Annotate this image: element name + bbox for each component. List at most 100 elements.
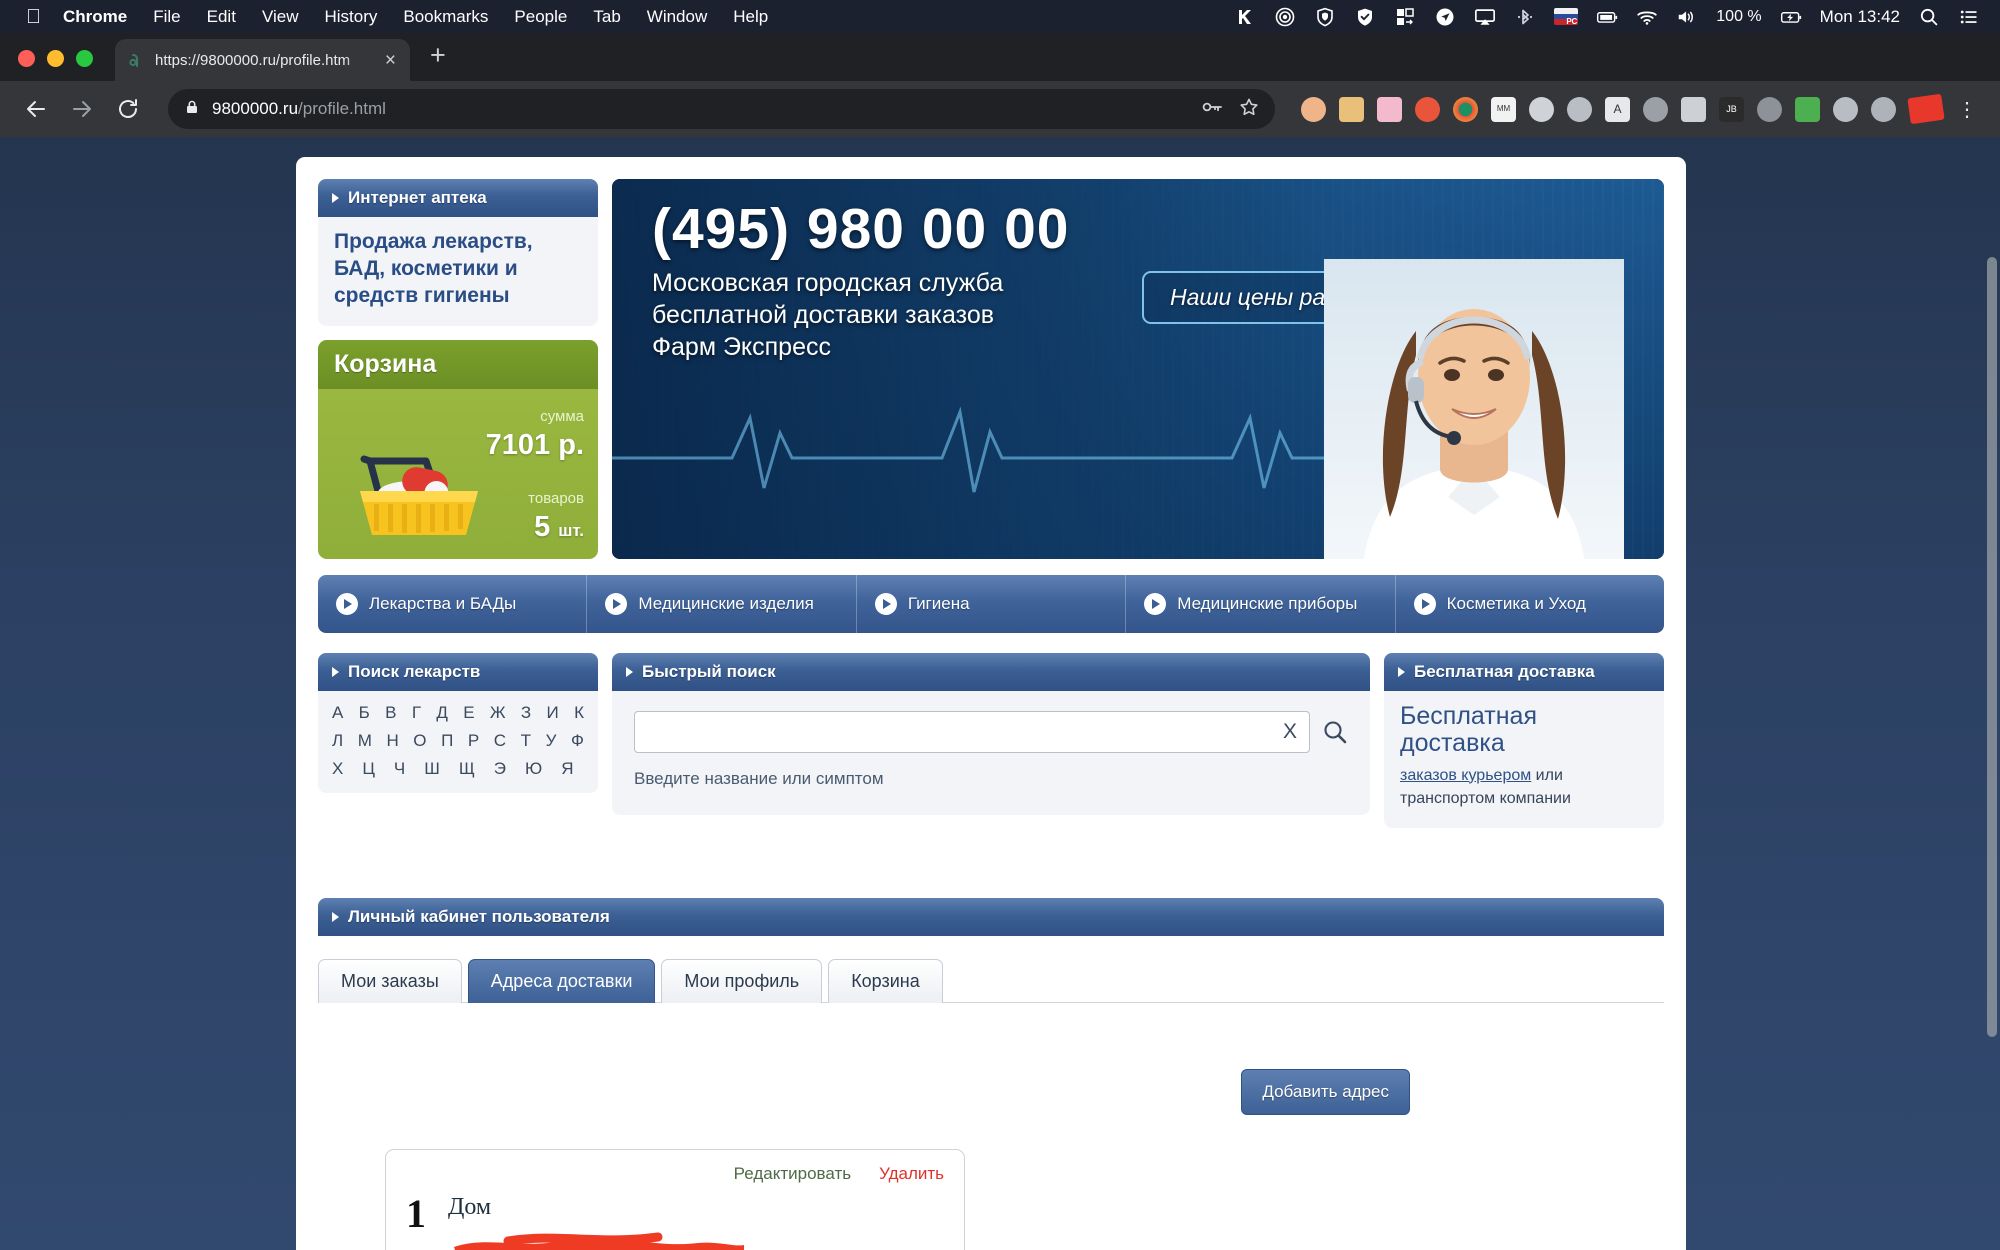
menubar-item-bookmarks[interactable]: Bookmarks (403, 7, 488, 27)
nav-item-drugs[interactable]: Лекарства и БАДы (318, 574, 588, 633)
control-center-icon[interactable] (1958, 6, 1980, 28)
minimize-window-button[interactable] (47, 50, 64, 67)
input-source-flag-icon[interactable]: РС (1554, 8, 1579, 25)
back-arrow-icon[interactable] (16, 89, 56, 129)
close-window-button[interactable] (18, 50, 35, 67)
ext-dark-ring[interactable] (1643, 96, 1668, 122)
search-input-wrapper[interactable]: X (634, 710, 1310, 753)
alpha-letter[interactable]: О (413, 731, 426, 751)
search-input[interactable] (647, 721, 1275, 742)
edit-address-link[interactable]: Редактировать (734, 1164, 851, 1184)
new-tab-button[interactable]: + (430, 42, 446, 81)
ext-gray-ring[interactable] (1529, 96, 1554, 122)
location-arrow-icon[interactable] (1434, 6, 1456, 28)
menubar-item-chrome[interactable]: Chrome (63, 7, 127, 27)
battery-charging-icon[interactable] (1780, 6, 1802, 28)
alpha-letter[interactable]: Р (468, 731, 479, 751)
ext-chrome-ring[interactable] (1453, 96, 1478, 122)
alpha-letter[interactable]: Ц (362, 759, 375, 779)
menubar-item-people[interactable]: People (514, 7, 567, 27)
menubar-item-window[interactable]: Window (647, 7, 707, 27)
nav-item-cosmetics[interactable]: Косметика и Уход (1396, 575, 1664, 633)
password-key-icon[interactable] (1201, 97, 1223, 122)
menubar-item-tab[interactable]: Tab (593, 7, 620, 27)
scrollbar-thumb[interactable] (1987, 257, 1997, 1037)
shield-check-icon[interactable] (1354, 6, 1376, 28)
delete-address-link[interactable]: Удалить (879, 1164, 944, 1184)
ext-pink[interactable] (1377, 96, 1402, 122)
battery-full-icon[interactable] (1596, 6, 1618, 28)
alpha-letter[interactable]: У (546, 731, 557, 751)
tab-my-orders[interactable]: Мои заказы (318, 959, 462, 1003)
alpha-letter[interactable]: А (332, 703, 343, 723)
alpha-letter[interactable]: Э (494, 759, 506, 779)
ext-gear[interactable] (1757, 96, 1782, 122)
k-icon[interactable] (1234, 6, 1256, 28)
alpha-letter[interactable]: С (494, 731, 506, 751)
ext-green-check[interactable] (1795, 96, 1820, 122)
menubar-item-file[interactable]: File (153, 7, 180, 27)
ext-red-scribble[interactable] (1907, 93, 1945, 125)
tab-my-profile[interactable]: Мои профиль (661, 959, 823, 1003)
add-address-button[interactable]: Добавить адрес (1241, 1069, 1410, 1115)
alpha-letter[interactable]: Ю (525, 759, 542, 779)
alpha-letter[interactable]: П (441, 731, 453, 751)
volume-icon[interactable] (1676, 6, 1698, 28)
bookmark-star-icon[interactable] (1239, 97, 1259, 122)
ext-a-letter[interactable]: A (1605, 96, 1630, 122)
nav-item-medical-products[interactable]: Медицинские изделия (587, 574, 857, 633)
alpha-letter[interactable]: И (547, 703, 559, 723)
alpha-letter[interactable]: Б (359, 703, 370, 723)
ext-building[interactable] (1681, 96, 1706, 122)
alpha-letter[interactable]: Ж (490, 703, 506, 723)
bluetooth-icon[interactable] (1514, 6, 1536, 28)
tab-delivery-addresses[interactable]: Адреса доставки (467, 959, 656, 1003)
alpha-letter[interactable]: Ч (394, 759, 405, 779)
ext-mm[interactable]: MM (1491, 96, 1516, 122)
tab-cart[interactable]: Корзина (828, 959, 943, 1003)
courier-orders-link[interactable]: заказов курьером (1400, 767, 1531, 784)
alpha-letter[interactable]: З (521, 703, 531, 723)
ext-jb[interactable]: JB (1719, 96, 1744, 122)
ext-puzzle[interactable] (1833, 96, 1858, 122)
menubar-item-edit[interactable]: Edit (207, 7, 236, 27)
ext-orange-x[interactable] (1415, 96, 1440, 122)
search-icon[interactable] (1918, 6, 1940, 28)
alpha-letter[interactable]: Е (463, 703, 474, 723)
shield-outline-icon[interactable] (1314, 6, 1336, 28)
alpha-letter[interactable]: Д (436, 703, 448, 723)
ext-peach[interactable] (1301, 96, 1326, 122)
ext-reading-list[interactable] (1871, 96, 1896, 122)
chrome-three-dot-menu[interactable]: ⋮ (1949, 97, 1984, 122)
alpha-letter[interactable]: К (574, 703, 584, 723)
target-icon[interactable] (1274, 6, 1296, 28)
menubar-item-view[interactable]: View (262, 7, 299, 27)
apple-menu-icon[interactable]:  (26, 7, 41, 27)
wifi-icon[interactable] (1636, 6, 1658, 28)
promo-banner[interactable]: (495) 980 00 00 Московская городская слу… (612, 179, 1664, 559)
browser-tab[interactable]: https://9800000.ru/profile.htm × (115, 39, 410, 81)
nav-item-medical-devices[interactable]: Медицинские приборы (1126, 574, 1396, 633)
menubar-item-help[interactable]: Help (733, 7, 768, 27)
close-icon[interactable]: × (383, 51, 398, 70)
airplay-icon[interactable] (1474, 6, 1496, 28)
address-bar[interactable]: 9800000.ru/profile.html (168, 89, 1275, 129)
forward-arrow-icon[interactable] (62, 89, 102, 129)
search-submit-icon[interactable] (1322, 719, 1348, 745)
ext-camera[interactable] (1567, 96, 1592, 122)
alpha-letter[interactable]: Ф (571, 731, 584, 751)
reload-icon[interactable] (108, 89, 148, 129)
alpha-letter[interactable]: В (385, 703, 396, 723)
page-scrollbar[interactable] (1986, 247, 1998, 1250)
alpha-letter[interactable]: Щ (459, 759, 475, 779)
alpha-letter[interactable]: Ш (424, 759, 440, 779)
alpha-letter[interactable]: Н (386, 731, 398, 751)
ext-yellow[interactable] (1339, 96, 1364, 122)
alpha-letter[interactable]: Х (332, 759, 343, 779)
alpha-letter[interactable]: Г (412, 703, 421, 723)
window-tile-icon[interactable] (1394, 6, 1416, 28)
maximize-window-button[interactable] (76, 50, 93, 67)
alpha-letter[interactable]: Я (561, 759, 573, 779)
alpha-letter[interactable]: Т (521, 731, 531, 751)
alpha-letter[interactable]: Л (332, 731, 343, 751)
